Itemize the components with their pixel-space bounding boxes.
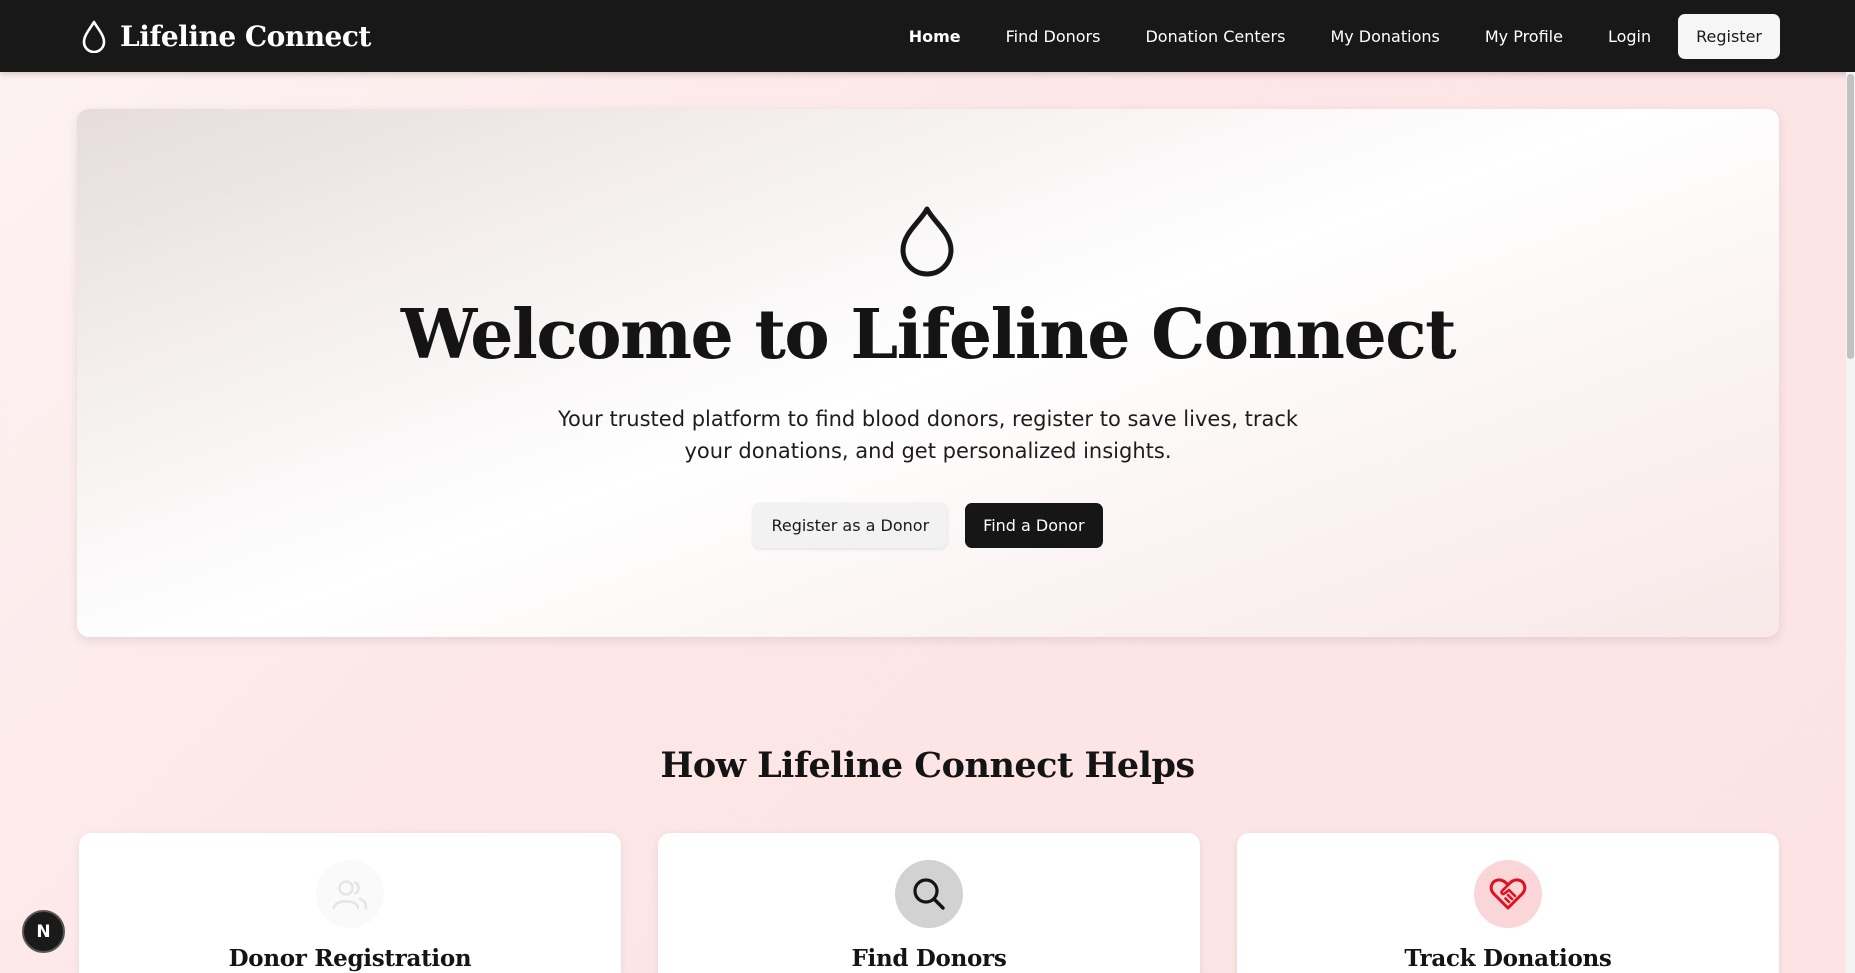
- heart-handshake-icon: [1474, 860, 1542, 928]
- card-title: Find Donors: [851, 945, 1007, 972]
- register-as-donor-button[interactable]: Register as a Donor: [753, 503, 948, 548]
- find-a-donor-button[interactable]: Find a Donor: [965, 503, 1103, 548]
- hero-title: Welcome to Lifeline Connect: [400, 295, 1457, 375]
- hero-actions: Register as a Donor Find a Donor: [77, 503, 1779, 548]
- users-icon: [316, 860, 384, 928]
- feature-card-track-donations[interactable]: Track Donations: [1237, 833, 1779, 973]
- nav-link-my-donations[interactable]: My Donations: [1330, 27, 1439, 46]
- nav-link-login[interactable]: Login: [1608, 27, 1651, 46]
- blood-drop-icon: [82, 20, 106, 53]
- nextjs-dev-badge[interactable]: N: [22, 910, 65, 953]
- page-scrollbar[interactable]: [1846, 72, 1855, 973]
- feature-card-find-donors[interactable]: Find Donors: [658, 833, 1200, 973]
- section-title: How Lifeline Connect Helps: [660, 745, 1195, 786]
- blood-drop-icon: [900, 206, 954, 277]
- card-title: Donor Registration: [228, 945, 472, 972]
- nav-link-home[interactable]: Home: [909, 27, 961, 46]
- hero-card: Welcome to Lifeline Connect Your trusted…: [77, 109, 1779, 637]
- brand-logo-link[interactable]: Lifeline Connect: [80, 0, 371, 72]
- scrollbar-thumb[interactable]: [1847, 74, 1854, 359]
- nav-register-button[interactable]: Register: [1678, 13, 1780, 59]
- nav-link-find-donors[interactable]: Find Donors: [1006, 27, 1101, 46]
- nav-link-donation-centers[interactable]: Donation Centers: [1145, 27, 1285, 46]
- nav-links: Home Find Donors Donation Centers My Don…: [864, 0, 1780, 72]
- search-icon: [895, 860, 963, 928]
- brand-name: Lifeline Connect: [120, 19, 371, 53]
- feature-card-donor-registration[interactable]: Donor Registration: [79, 833, 621, 973]
- top-navbar: Lifeline Connect Home Find Donors Donati…: [0, 0, 1855, 72]
- nav-link-my-profile[interactable]: My Profile: [1485, 27, 1563, 46]
- hero-subtitle: Your trusted platform to find blood dono…: [557, 407, 1299, 463]
- card-title: Track Donations: [1404, 945, 1612, 972]
